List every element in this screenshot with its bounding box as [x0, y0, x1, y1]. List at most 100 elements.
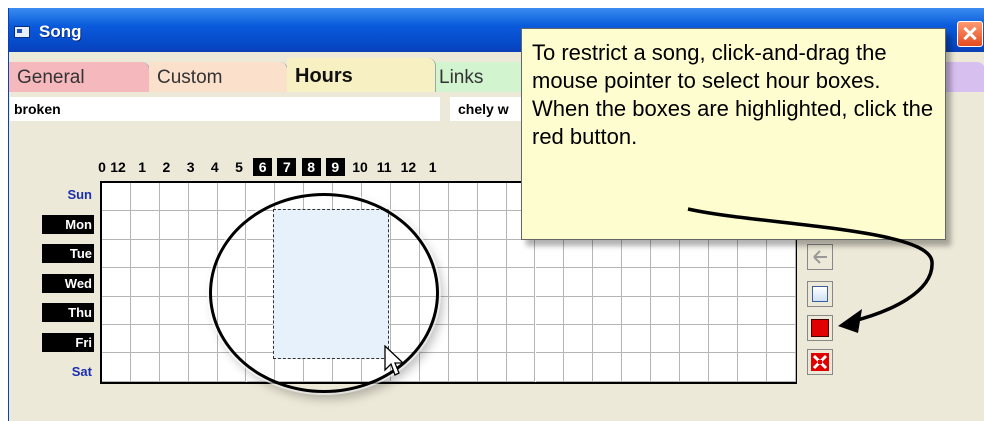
hour-cell[interactable] — [564, 325, 594, 354]
hour-cell[interactable] — [130, 353, 160, 382]
hour-cell[interactable] — [159, 325, 189, 354]
hour-cell[interactable] — [737, 353, 767, 382]
day-label-thu[interactable]: Thu — [42, 303, 94, 322]
hour-cell[interactable] — [708, 239, 738, 269]
hour-cell[interactable] — [102, 183, 131, 212]
hour-cell[interactable] — [130, 183, 160, 212]
hour-header-11[interactable]: 10 — [350, 158, 370, 176]
hour-cell[interactable] — [622, 325, 652, 354]
hour-cell[interactable] — [535, 268, 565, 297]
hour-header-10[interactable]: 9 — [325, 158, 345, 176]
hour-cell[interactable] — [737, 239, 767, 269]
hour-header-5[interactable]: 4 — [205, 158, 225, 176]
tab-custom[interactable]: Custom — [149, 62, 288, 92]
hour-cell[interactable] — [130, 325, 160, 354]
hour-cell[interactable] — [622, 239, 652, 269]
hour-header-2[interactable]: 1 — [132, 158, 152, 176]
hour-cell[interactable] — [448, 353, 478, 382]
hour-cell[interactable] — [564, 296, 594, 325]
hour-cell[interactable] — [217, 183, 247, 212]
hour-cell[interactable] — [102, 296, 131, 325]
hour-cell[interactable] — [737, 325, 767, 354]
hour-header-12[interactable]: 11 — [374, 158, 394, 176]
hour-cell[interactable] — [188, 211, 218, 240]
hour-cell[interactable] — [130, 211, 160, 240]
hour-cell[interactable] — [651, 325, 680, 354]
hour-cell[interactable] — [680, 296, 709, 325]
hour-cell[interactable] — [651, 268, 680, 297]
hour-header-14[interactable]: 1 — [423, 158, 443, 176]
hour-header-6[interactable]: 5 — [229, 158, 249, 176]
hour-cell[interactable] — [535, 353, 565, 382]
hour-cell[interactable] — [593, 239, 623, 269]
hour-cell[interactable] — [188, 353, 218, 382]
hour-cell[interactable] — [448, 211, 478, 240]
hour-header-9[interactable]: 8 — [301, 158, 321, 176]
hour-cell[interactable] — [680, 268, 709, 297]
hour-cell[interactable] — [680, 353, 709, 382]
day-label-sun[interactable]: Sun — [42, 185, 94, 204]
hour-header-7[interactable]: 6 — [253, 158, 273, 176]
hour-cell[interactable] — [766, 268, 796, 297]
hour-cell[interactable] — [766, 239, 796, 269]
hour-cell[interactable] — [708, 296, 738, 325]
hour-cell[interactable] — [651, 353, 680, 382]
hour-cell[interactable] — [477, 325, 507, 354]
hour-cell[interactable] — [448, 239, 478, 269]
hour-cell[interactable] — [419, 183, 449, 212]
hour-cell[interactable] — [564, 239, 594, 269]
hour-cell[interactable] — [506, 296, 536, 325]
hour-cell[interactable] — [564, 353, 594, 382]
hour-cell[interactable] — [766, 296, 796, 325]
hour-cell[interactable] — [130, 268, 160, 297]
hour-cell[interactable] — [159, 239, 189, 269]
hour-cell[interactable] — [102, 239, 131, 269]
hour-cell[interactable] — [477, 268, 507, 297]
hour-header-1[interactable]: 12 — [108, 158, 128, 176]
hour-cell[interactable] — [130, 296, 160, 325]
hour-cell[interactable] — [564, 268, 594, 297]
hour-cell[interactable] — [159, 211, 189, 240]
hour-cell[interactable] — [477, 239, 507, 269]
hour-cell[interactable] — [622, 353, 652, 382]
hour-cell[interactable] — [737, 296, 767, 325]
hour-header-3[interactable]: 2 — [156, 158, 176, 176]
hour-cell[interactable] — [477, 211, 507, 240]
hour-cell[interactable] — [680, 325, 709, 354]
hour-cell[interactable] — [102, 268, 131, 297]
day-label-mon[interactable]: Mon — [42, 214, 94, 234]
hour-cell[interactable] — [535, 239, 565, 269]
hour-cell[interactable] — [535, 325, 565, 354]
hour-cell[interactable] — [188, 183, 218, 212]
hour-cell[interactable] — [159, 296, 189, 325]
hour-cell[interactable] — [766, 353, 796, 382]
hour-cell[interactable] — [651, 239, 680, 269]
hour-cell[interactable] — [766, 325, 796, 354]
hour-cell[interactable] — [130, 239, 160, 269]
hour-header-13[interactable]: 12 — [398, 158, 418, 176]
hour-cell[interactable] — [448, 183, 478, 212]
hour-cell[interactable] — [622, 268, 652, 297]
hour-cell[interactable] — [477, 296, 507, 325]
day-label-sat[interactable]: Sat — [42, 362, 94, 381]
hour-cell[interactable] — [448, 268, 478, 297]
day-label-fri[interactable]: Fri — [42, 332, 94, 352]
hour-cell[interactable] — [506, 239, 536, 269]
hour-cell[interactable] — [102, 325, 131, 354]
tab-hours[interactable]: Hours — [287, 58, 436, 92]
clear-selection-button[interactable] — [807, 281, 833, 307]
hour-cell[interactable] — [535, 296, 565, 325]
close-button[interactable] — [957, 21, 983, 47]
tab-general[interactable]: General — [9, 62, 150, 92]
hour-cell[interactable] — [737, 268, 767, 297]
hour-cell[interactable] — [593, 325, 623, 354]
hour-cell[interactable] — [159, 353, 189, 382]
tab-links[interactable]: Links — [431, 62, 533, 92]
clear-all-button[interactable] — [807, 349, 833, 375]
undo-button[interactable] — [807, 244, 833, 270]
hour-cell[interactable] — [448, 296, 478, 325]
hour-cell[interactable] — [102, 353, 131, 382]
hour-cell[interactable] — [622, 296, 652, 325]
hour-cell[interactable] — [477, 353, 507, 382]
day-label-tue[interactable]: Tue — [42, 244, 94, 263]
